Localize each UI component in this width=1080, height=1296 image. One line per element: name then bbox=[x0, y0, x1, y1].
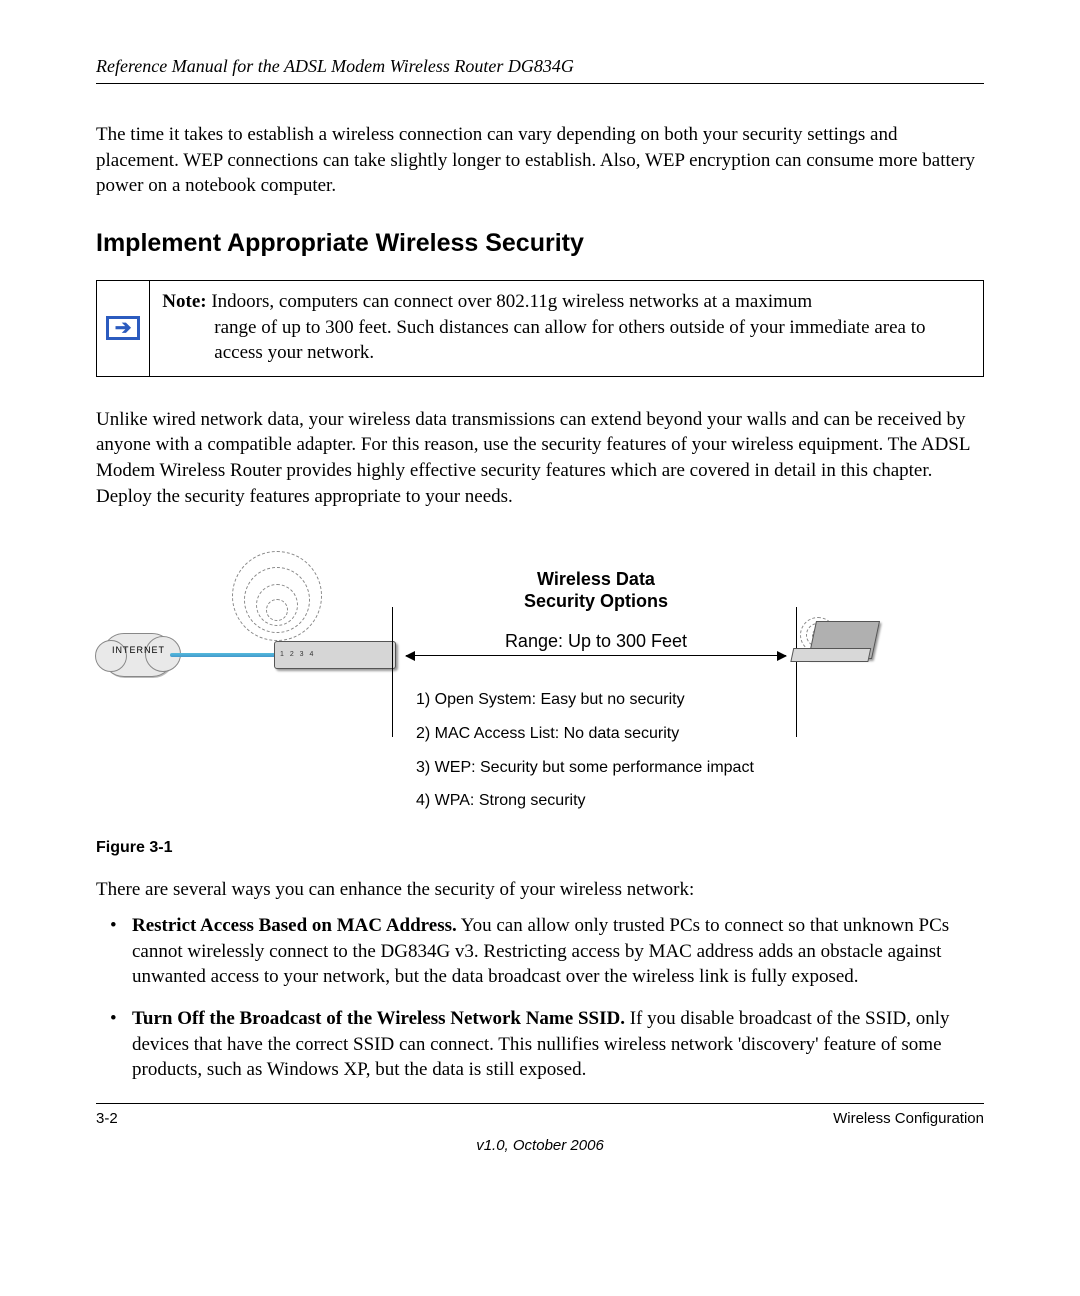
wireless-signal-icon bbox=[226, 539, 346, 629]
paragraph-intro: The time it takes to establish a wireles… bbox=[96, 122, 984, 199]
figure-title-l2: Security Options bbox=[524, 591, 668, 611]
internet-label: INTERNET bbox=[112, 645, 165, 655]
section-name: Wireless Configuration bbox=[833, 1110, 984, 1127]
figure-caption: Figure 3-1 bbox=[96, 839, 984, 857]
figure-options-list: 1) Open System: Easy but no security 2) … bbox=[416, 683, 754, 817]
range-marker-right bbox=[796, 607, 797, 737]
figure-option: 3) WEP: Security but some performance im… bbox=[416, 751, 754, 785]
router-ports-label: 1 2 3 4 bbox=[280, 651, 315, 658]
section-heading: Implement Appropriate Wireless Security bbox=[96, 229, 984, 258]
laptop-icon bbox=[808, 621, 880, 659]
cable-icon bbox=[170, 653, 276, 657]
figure-diagram: INTERNET 1 2 3 4 Wireless Data Security … bbox=[96, 539, 984, 829]
figure-range-label: Range: Up to 300 Feet bbox=[476, 631, 716, 652]
version-line: v1.0, October 2006 bbox=[96, 1137, 984, 1154]
list-item-title: Restrict Access Based on MAC Address. bbox=[132, 915, 457, 936]
note-line1: Indoors, computers can connect over 802.… bbox=[207, 291, 813, 312]
note-rest: range of up to 300 feet. Such distances … bbox=[162, 315, 971, 366]
list-item: Restrict Access Based on MAC Address. Yo… bbox=[96, 913, 984, 990]
figure-title-l1: Wireless Data bbox=[537, 569, 655, 589]
figure-option: 4) WPA: Strong security bbox=[416, 784, 754, 818]
note-callout: ➔ Note: Indoors, computers can connect o… bbox=[96, 280, 984, 377]
bullet-lead: There are several ways you can enhance t… bbox=[96, 877, 984, 903]
bullet-list: Restrict Access Based on MAC Address. Yo… bbox=[96, 913, 984, 1083]
arrow-right-icon: ➔ bbox=[106, 316, 140, 340]
note-text: Note: Indoors, computers can connect ove… bbox=[150, 281, 983, 376]
figure-option: 2) MAC Access List: No data security bbox=[416, 717, 754, 751]
cloud-icon bbox=[102, 633, 174, 677]
page-footer: 3-2 Wireless Configuration bbox=[96, 1103, 984, 1127]
paragraph-body: Unlike wired network data, your wireless… bbox=[96, 407, 984, 510]
document-page: Reference Manual for the ADSL Modem Wire… bbox=[0, 0, 1080, 1194]
figure-option: 1) Open System: Easy but no security bbox=[416, 683, 754, 717]
list-item-title: Turn Off the Broadcast of the Wireless N… bbox=[132, 1008, 625, 1029]
double-arrow-icon bbox=[406, 655, 786, 656]
page-number: 3-2 bbox=[96, 1110, 118, 1127]
note-label: Note: bbox=[162, 291, 206, 312]
note-icon-cell: ➔ bbox=[97, 281, 150, 376]
figure-title: Wireless Data Security Options bbox=[476, 569, 716, 612]
list-item: Turn Off the Broadcast of the Wireless N… bbox=[96, 1006, 984, 1083]
running-header: Reference Manual for the ADSL Modem Wire… bbox=[96, 56, 984, 84]
range-marker-left bbox=[392, 607, 393, 737]
